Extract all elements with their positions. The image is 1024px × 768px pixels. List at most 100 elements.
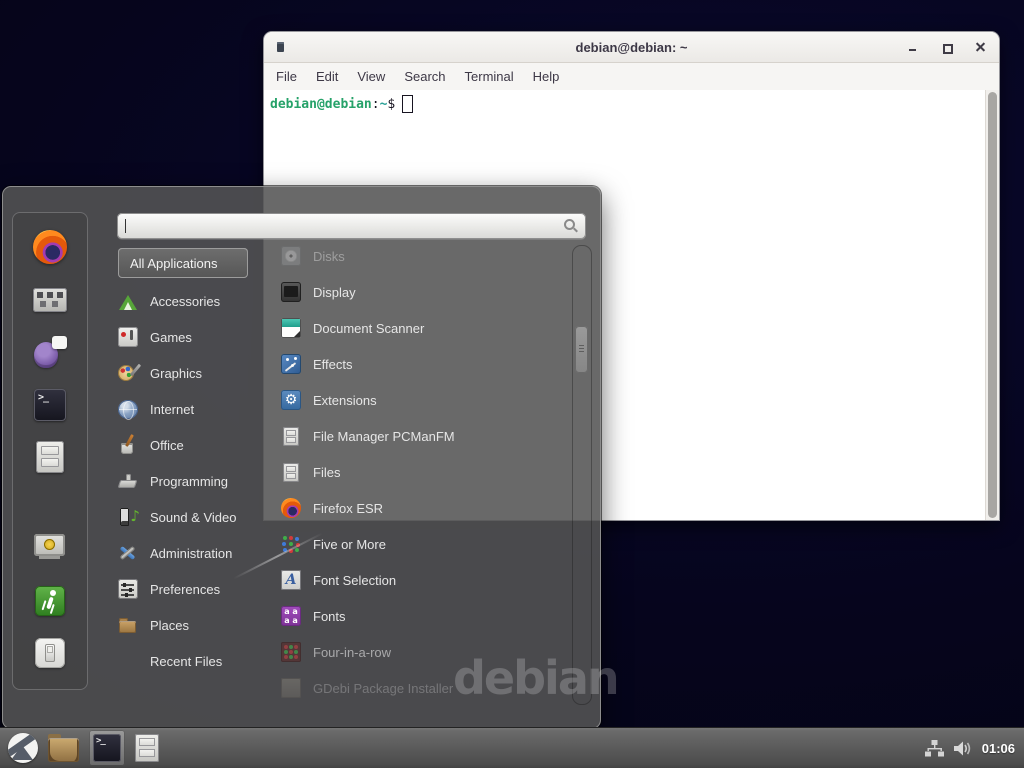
minimize-button[interactable] [906,41,919,54]
category-graphics[interactable]: Graphics [118,355,268,391]
app-item-font-selection[interactable]: Font Selection [281,562,573,598]
terminal-prompt: debian@debian:~$ [264,90,999,113]
shutdown-icon [35,638,65,668]
folder-launcher-icon[interactable] [48,738,79,762]
programming-icon [118,471,138,491]
prompt-user-host: debian@debian [270,97,372,112]
office-icon [118,435,138,455]
files-launcher-icon[interactable] [135,734,159,762]
effects-icon [281,354,301,374]
administration-icon [118,543,138,563]
menu-scrollbar-track[interactable] [572,245,592,705]
prompt-dollar: $ [387,97,395,112]
screensaver-icon [32,532,68,564]
app-item-gdebi-package-installer[interactable]: GDebi Package Installer [281,670,573,706]
category-list: Accessories Games Graphics Internet Offi… [118,283,268,679]
app-item-fonts[interactable]: Fonts [281,598,573,634]
favorite-pidgin[interactable] [13,330,87,374]
app-item-disks[interactable]: Disks [281,238,573,274]
graphics-icon [118,363,138,383]
terminal-title: debian@debian: ~ [264,40,999,55]
favorite-logout[interactable] [13,579,87,623]
menu-help[interactable]: Help [533,69,560,84]
preferences-icon [118,579,138,599]
terminal-icon [34,389,66,421]
category-recent-files[interactable]: Recent Files [118,643,268,679]
category-places[interactable]: Places [118,607,268,643]
clock[interactable]: 01:06 [982,741,1015,756]
places-icon [118,615,138,635]
app-item-file-manager-pcmanfm[interactable]: File Manager PCManFM [281,418,573,454]
firefox-icon [281,498,301,518]
prompt-colon: : [372,97,380,112]
category-office[interactable]: Office [118,427,268,463]
display-icon [281,282,301,302]
search-icon [564,219,578,233]
category-accessories[interactable]: Accessories [118,283,268,319]
menu-edit[interactable]: Edit [316,69,338,84]
favorite-software[interactable] [13,278,87,322]
app-item-firefox-esr[interactable]: Firefox ESR [281,490,573,526]
category-games[interactable]: Games [118,319,268,355]
app-item-five-or-more[interactable]: Five or More [281,526,573,562]
all-applications-button[interactable]: All Applications [118,248,248,278]
terminal-menubar: File Edit View Search Terminal Help [264,63,999,91]
terminal-cursor [402,95,413,113]
menu-terminal[interactable]: Terminal [465,69,514,84]
gdebi-icon [281,678,301,698]
volume-icon[interactable] [953,740,973,757]
system-tray: 01:06 [925,740,1024,757]
terminal-task-button[interactable] [89,730,125,766]
app-item-files[interactable]: Files [281,454,573,490]
app-item-document-scanner[interactable]: Document Scanner [281,310,573,346]
software-icon [33,288,67,312]
games-icon [118,327,138,347]
menu-view[interactable]: View [357,69,385,84]
favorite-file-manager[interactable] [13,435,87,479]
app-item-four-in-a-row[interactable]: Four-in-a-row [281,634,573,670]
menu-search[interactable]: Search [404,69,445,84]
terminal-titlebar[interactable]: debian@debian: ~ [264,32,999,63]
accessories-icon [118,291,138,311]
pidgin-icon [33,335,67,369]
terminal-scrollbar-thumb[interactable] [988,92,997,518]
category-sound-video[interactable]: Sound & Video [118,499,268,535]
extensions-icon [281,390,301,410]
favorite-shutdown[interactable] [13,631,87,675]
taskbar-launchers [0,730,159,766]
category-internet[interactable]: Internet [118,391,268,427]
all-applications-label: All Applications [130,256,217,271]
text-caret [125,219,126,233]
app-item-effects[interactable]: Effects [281,346,573,382]
app-item-display[interactable]: Display [281,274,573,310]
close-button[interactable] [974,41,987,54]
prompt-path: ~ [380,97,388,112]
favorite-firefox[interactable] [13,225,87,269]
terminal-scrollbar[interactable] [985,90,999,520]
network-icon[interactable] [925,740,944,757]
document-scanner-icon [281,318,301,338]
favorites-panel [12,212,88,690]
search-box[interactable] [117,213,586,239]
menu-file[interactable]: File [276,69,297,84]
internet-icon [118,400,138,419]
file-cabinet-icon [36,441,64,473]
category-preferences[interactable]: Preferences [118,571,268,607]
firefox-icon [33,230,67,264]
menu-scrollbar-thumb[interactable] [575,326,588,373]
application-list: Disks Display Document Scanner Effects E… [281,238,573,706]
fonts-icon [281,606,301,626]
search-input[interactable] [125,215,559,237]
taskbar: 01:06 [0,727,1024,768]
font-selection-icon [281,570,301,590]
terminal-icon [93,734,121,762]
category-programming[interactable]: Programming [118,463,268,499]
sound-video-icon [118,507,138,527]
favorite-terminal[interactable] [13,383,87,427]
app-item-extensions[interactable]: Extensions [281,382,573,418]
application-menu: debian All Applications Accessories Game… [2,186,601,729]
menu-launcher-button[interactable] [8,733,38,763]
maximize-button[interactable] [940,41,953,54]
category-administration[interactable]: Administration [118,535,268,571]
favorite-screensaver[interactable] [13,526,87,570]
